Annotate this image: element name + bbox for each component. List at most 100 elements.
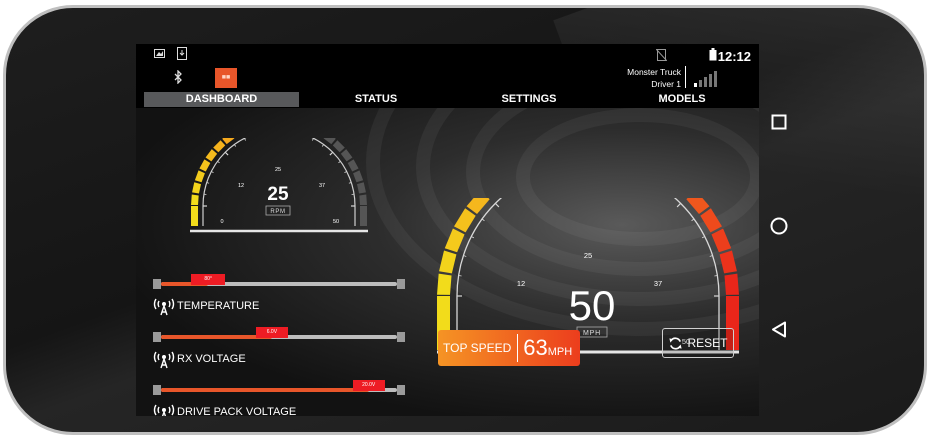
tab-dashboard[interactable]: DASHBOARD <box>144 92 299 107</box>
gauge-segment <box>437 273 452 295</box>
status-bar: ■■ 12:12 Monster Truck Driver 1 <box>136 44 759 92</box>
gauge-tick <box>691 218 695 222</box>
sensor-drive-pack-voltage: DRIVE PACK VOLTAGE <box>153 402 296 416</box>
driver-name: Driver 1 <box>651 79 681 89</box>
slider-marker: 80° <box>191 274 226 285</box>
gauge-tick <box>206 182 210 184</box>
slider-fill <box>161 388 369 392</box>
gauge-segment <box>353 170 364 183</box>
gauge-segment <box>454 208 476 233</box>
slider-max-cap <box>397 332 405 342</box>
battery-icon <box>709 48 717 64</box>
gauge-tick <box>471 236 475 239</box>
rpm-tick-label: 50 <box>333 219 339 225</box>
tab-status[interactable]: STATUS <box>301 92 451 107</box>
rpm-unit: RPM <box>270 209 285 215</box>
gauge-segment <box>724 273 739 295</box>
gauge-segment <box>340 149 353 162</box>
rpm-tick-label: 25 <box>275 167 281 173</box>
gauge-segment <box>192 182 202 194</box>
temperature-slider[interactable]: 80° <box>153 274 405 289</box>
gauge-tick <box>348 182 352 184</box>
gauge-tick <box>676 202 682 208</box>
clock: 12:12 <box>717 49 751 64</box>
app-screen: ■■ 12:12 Monster Truck Driver 1 DASHBOAR… <box>136 44 759 416</box>
gauge-segment <box>686 198 710 214</box>
no-sim-icon <box>655 48 668 64</box>
gauge-tick <box>234 144 237 147</box>
top-speed-unit: MPH <box>547 345 573 358</box>
sensor-signal-icon <box>153 298 175 316</box>
speed-tick-label: 12 <box>517 279 525 288</box>
gauge-segment <box>359 194 367 206</box>
slider-marker: 20.0V <box>352 380 385 391</box>
tab-models[interactable]: MODELS <box>606 92 758 107</box>
gauge-tick <box>312 138 314 141</box>
gauge-tick <box>211 171 214 173</box>
slider-min-cap <box>153 279 161 289</box>
rpm-tick-label: 0 <box>220 219 223 225</box>
slider-marker: 6.0V <box>255 327 288 338</box>
sensor-signal-icon <box>153 351 175 369</box>
sensor-temperature: TEMPERATURE <box>153 296 259 316</box>
gauge-segment <box>194 170 205 183</box>
gauge-tick <box>344 171 347 173</box>
rpm-gauge: 0 12 25 37 50 25 RPM <box>190 138 368 233</box>
recent-apps-button[interactable] <box>771 114 787 130</box>
refresh-icon <box>669 336 683 350</box>
gauge-tick <box>338 161 341 164</box>
sensor-label: RX VOLTAGE <box>177 353 246 365</box>
gauge-tick <box>701 236 705 239</box>
rx-voltage-slider[interactable]: 6.0V <box>153 327 405 342</box>
top-speed-label: TOP SPEED <box>443 341 512 355</box>
vehicle-separator <box>685 66 686 88</box>
gauge-segment <box>332 140 345 153</box>
gauge-tick <box>244 138 246 141</box>
gauge-segment <box>439 250 457 274</box>
speed-tick-label: 25 <box>584 251 592 260</box>
gauge-segment <box>323 138 336 145</box>
sensor-rx-voltage: RX VOLTAGE <box>153 349 246 369</box>
gauge-segment <box>347 159 359 172</box>
gauge-segment <box>222 138 235 145</box>
slider-min-cap <box>153 385 161 395</box>
image-notification-icon <box>154 48 165 62</box>
sensor-label: TEMPERATURE <box>177 300 260 312</box>
drive-pack-voltage-slider[interactable]: 20.0V <box>153 380 405 395</box>
rpm-tick-label: 12 <box>238 183 244 189</box>
slider-max-cap <box>397 385 405 395</box>
slider-min-cap <box>153 332 161 342</box>
home-button[interactable] <box>770 217 788 235</box>
gauge-segment <box>205 149 218 162</box>
tab-settings[interactable]: SETTINGS <box>454 92 604 107</box>
gauge-tick <box>321 144 324 147</box>
gauge-segment <box>356 182 366 194</box>
dashboard-panel: 0 12 25 37 50 25 RPM 80° TEMPERATURE 6.0… <box>136 108 759 416</box>
back-button[interactable] <box>771 321 787 338</box>
speed-tick-label: 37 <box>654 279 662 288</box>
gauge-segment <box>466 198 490 214</box>
slider-max-cap <box>397 279 405 289</box>
reset-button[interactable]: RESET <box>662 328 734 358</box>
gauge-segment <box>700 208 722 233</box>
app-status-badge: ■■ <box>215 68 237 88</box>
speed-unit: MPH <box>583 330 601 337</box>
gauge-tick <box>709 255 713 257</box>
bluetooth-icon <box>173 69 183 87</box>
gauge-tick <box>494 202 500 208</box>
top-speed-panel: TOP SPEED 63 MPH <box>438 330 580 366</box>
gauge-tick <box>481 218 485 222</box>
phone-frame: ■■ 12:12 Monster Truck Driver 1 DASHBOAR… <box>3 5 927 435</box>
gauge-segment <box>199 159 211 172</box>
gauge-tick <box>217 161 220 164</box>
vehicle-name: Monster Truck <box>627 67 681 77</box>
signal-strength-icon <box>694 71 717 87</box>
speed-value: 50 <box>569 282 616 329</box>
sensor-signal-icon <box>153 404 175 416</box>
gauge-segment <box>191 206 198 226</box>
rpm-tick-label: 37 <box>319 183 325 189</box>
tab-bar: DASHBOARD STATUS SETTINGS MODELS <box>136 92 759 108</box>
sensor-label: DRIVE PACK VOLTAGE <box>177 406 297 416</box>
gauge-tick <box>224 151 229 156</box>
gauge-segment <box>360 206 367 226</box>
